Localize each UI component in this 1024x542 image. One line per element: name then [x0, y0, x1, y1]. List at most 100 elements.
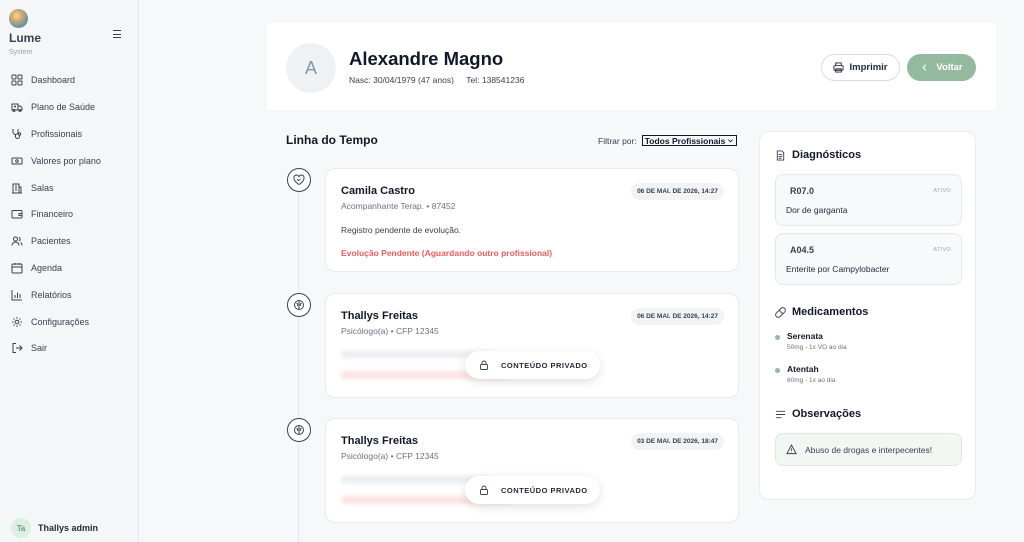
observation-alert: Abuso de drogas e interpecentes!	[775, 433, 962, 466]
entry-text: Registro pendente de evolução.	[341, 225, 462, 235]
diagnosis-description: Enterite por Campylobacter	[786, 264, 890, 274]
brand-name: Lume	[9, 31, 42, 45]
private-label: CONTEÚDO PRIVADO	[501, 485, 588, 495]
sidebar-item-label: Configurações	[31, 316, 90, 327]
entry-date-badge: 06 DE MAI. DE 2026, 14:27	[631, 183, 724, 200]
logout-icon	[12, 343, 23, 354]
diagnosis-card[interactable]: R07.0 ATIVO Dor de garganta	[775, 174, 962, 226]
heart-handshake-icon	[287, 168, 311, 192]
sidebar-item-sair[interactable]: Sair	[0, 335, 139, 362]
pending-status: Evolução Pendente (Aguardando outro prof…	[341, 248, 553, 258]
sidebar-item-label: Dashboard	[31, 75, 76, 86]
sidebar-item-dashboard[interactable]: Dashboard	[0, 67, 139, 94]
private-label: CONTEÚDO PRIVADO	[501, 360, 588, 370]
avatar: Ta	[11, 518, 31, 538]
professional-role: Psicólogo(a) • CFP 12345	[341, 451, 439, 461]
gear-icon	[12, 316, 22, 327]
observation-text: Abuso de drogas e interpecentes!	[805, 444, 933, 455]
sidebar-item-label: Valores por plano	[31, 155, 101, 166]
sidebar: Lume System Dashboard Plano de Saúde Pro…	[0, 0, 139, 542]
text-lines-icon	[775, 410, 786, 418]
professional-role: Psicólogo(a) • CFP 12345	[341, 326, 439, 336]
timeline-line	[298, 180, 299, 542]
chevron-left-icon	[922, 64, 927, 71]
user-name: Thallys admin	[38, 523, 99, 533]
sidebar-item-valores-por-plano[interactable]: Valores por plano	[0, 147, 139, 174]
stethoscope-icon	[12, 128, 22, 139]
professional-role: Acompanhante Terap. • 87452	[341, 201, 456, 211]
warning-icon	[786, 444, 797, 455]
brand-subtitle: System	[9, 49, 33, 56]
patient-phone: Tel: 138541236	[466, 75, 525, 85]
print-button-label: Imprimir	[849, 62, 888, 73]
calendar-icon	[11, 262, 23, 274]
brand-logo[interactable]	[9, 9, 28, 28]
ambulance-icon	[11, 103, 23, 113]
dashboard-icon	[11, 74, 23, 86]
sidebar-item-label: Plano de Saúde	[31, 102, 96, 113]
lock-icon	[480, 360, 488, 370]
private-content-badge[interactable]: CONTEÚDO PRIVADO	[465, 351, 600, 379]
sidebar-item-financeiro[interactable]: Financeiro	[0, 201, 139, 228]
banknote-icon	[11, 157, 23, 165]
professional-name: Thallys Freitas	[341, 310, 419, 322]
timeline-title: Linha do Tempo	[286, 133, 378, 147]
medication-name: Atentah	[787, 364, 819, 374]
brain-icon	[287, 418, 311, 442]
page-title: Alexandre Magno	[349, 48, 504, 69]
diagnostics-heading: Diagnósticos	[775, 149, 861, 161]
medications-heading: Medicamentos	[775, 306, 868, 318]
lock-icon	[480, 485, 488, 495]
sidebar-item-configuracoes[interactable]: Configurações	[0, 308, 139, 335]
sidebar-item-salas[interactable]: Salas	[0, 174, 139, 201]
medication-name: Serenata	[787, 331, 823, 341]
medication-dose: 50mg - 1x VO ao dia	[787, 344, 847, 351]
sidebar-item-profissionais[interactable]: Profissionais	[0, 121, 139, 148]
private-content-badge[interactable]: CONTEÚDO PRIVADO	[465, 476, 600, 504]
bullet-dot	[775, 335, 780, 340]
sidebar-item-label: Sair	[31, 343, 48, 354]
professional-name: Camila Castro	[341, 185, 415, 197]
wallet-icon	[11, 210, 23, 219]
timeline-filter: Filtrar por: Todos Profissionais	[598, 135, 738, 146]
status-badge: ATIVO	[933, 188, 951, 194]
pill-icon	[775, 306, 786, 318]
diagnosis-description: Dor de garganta	[786, 205, 848, 215]
entry-date-badge: 03 DE MAI. DE 2026, 18:47	[631, 433, 724, 450]
sidebar-item-label: Pacientes	[31, 236, 71, 247]
brain-icon	[287, 293, 311, 317]
back-button-label: Voltar	[936, 62, 963, 73]
diagnosis-code: A04.5	[790, 245, 815, 255]
print-button[interactable]: Imprimir	[821, 54, 900, 81]
sidebar-item-agenda[interactable]: Agenda	[0, 255, 139, 282]
sidebar-item-label: Profissionais	[31, 128, 83, 139]
sidebar-item-label: Agenda	[31, 262, 63, 273]
patient-header: A Alexandre Magno Nasc: 30/04/1979 (47 a…	[267, 23, 996, 110]
back-button[interactable]: Voltar	[907, 54, 976, 81]
medications-title: Medicamentos	[792, 306, 869, 318]
filter-label: Filtrar por:	[598, 135, 637, 146]
sidebar-user[interactable]: Ta Thallys admin	[11, 518, 98, 538]
users-icon	[11, 236, 23, 246]
building-icon	[12, 183, 22, 194]
timeline-entry[interactable]: Thallys Freitas Psicólogo(a) • CFP 12345…	[325, 418, 739, 523]
clinical-summary-panel: Diagnósticos R07.0 ATIVO Dor de garganta…	[759, 131, 976, 500]
timeline-entry[interactable]: Camila Castro Acompanhante Terap. • 8745…	[325, 168, 739, 272]
menu-icon[interactable]	[113, 29, 123, 39]
diagnosis-card[interactable]: A04.5 ATIVO Enterite por Campylobacter	[775, 233, 962, 285]
observations-title: Observações	[792, 408, 862, 420]
bullet-dot	[775, 368, 780, 373]
professional-name: Thallys Freitas	[341, 435, 419, 447]
bar-chart-icon	[11, 289, 22, 301]
sidebar-item-plano-de-saude[interactable]: Plano de Saúde	[0, 94, 139, 121]
document-icon	[776, 149, 785, 161]
timeline-entry[interactable]: Thallys Freitas Psicólogo(a) • CFP 12345…	[325, 293, 739, 398]
professional-filter-select[interactable]: Todos Profissionais	[641, 135, 738, 146]
sidebar-item-label: Financeiro	[31, 209, 74, 220]
patient-birth: Nasc: 30/04/1979 (47 anos)	[349, 75, 454, 85]
printer-icon	[833, 62, 845, 73]
diagnosis-code: R07.0	[790, 186, 815, 196]
sidebar-nav: Dashboard Plano de Saúde Profissionais V…	[0, 67, 139, 362]
sidebar-item-relatorios[interactable]: Relatórios	[0, 281, 139, 308]
sidebar-item-pacientes[interactable]: Pacientes	[0, 228, 139, 255]
